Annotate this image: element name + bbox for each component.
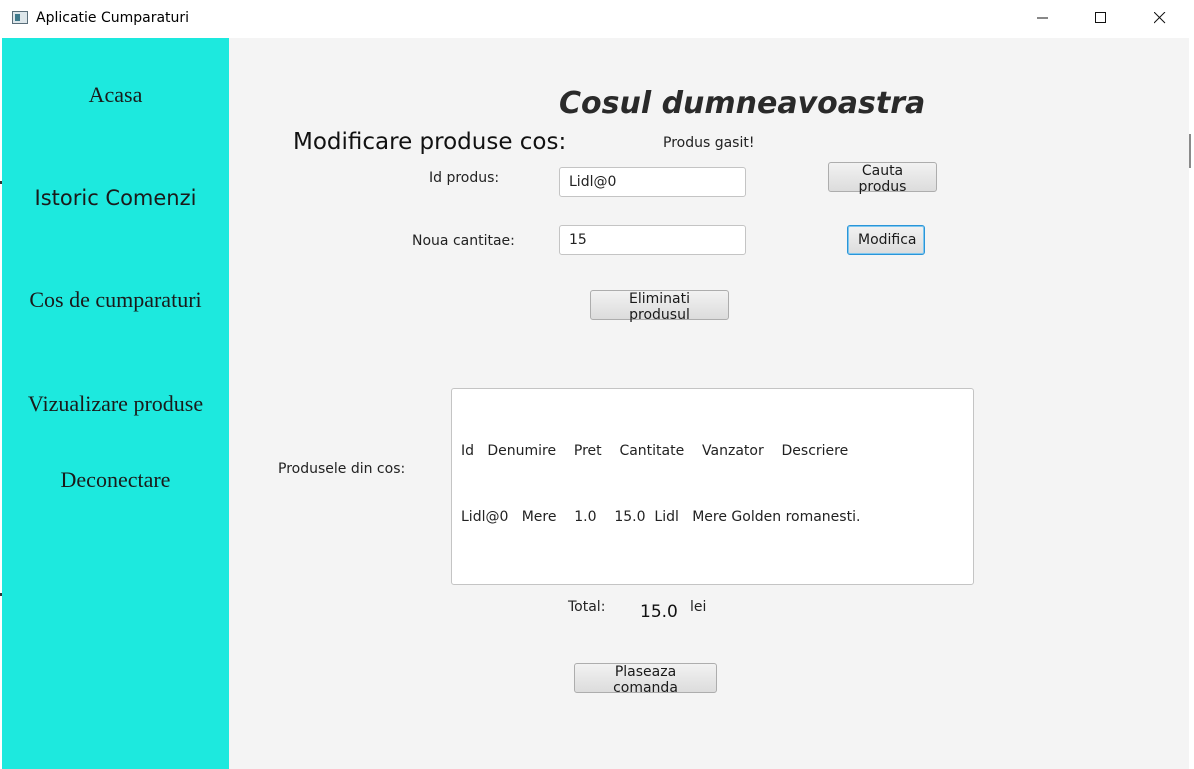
window-border-right: [1189, 38, 1194, 769]
place-order-button[interactable]: Plaseaza comanda: [574, 663, 717, 696]
sidebar-item-vizualizare-produse[interactable]: Vizualizare produse: [2, 391, 229, 417]
sidebar-item-istoric-comenzi[interactable]: Istoric Comenzi: [2, 186, 229, 210]
page-title: Cosul dumneavoastra: [559, 86, 926, 121]
title-bar: Aplicatie Cumparaturi: [0, 0, 1194, 38]
cart-products-label: Produsele din cos:: [278, 461, 406, 477]
cart-header-line: Id Denumire Pret Cantitate Vanzator Desc…: [461, 443, 849, 459]
sidebar-item-deconectare[interactable]: Deconectare: [2, 467, 229, 493]
app-icon: [12, 11, 28, 24]
id-produs-input[interactable]: [559, 167, 746, 197]
search-product-button[interactable]: Cauta produs: [828, 162, 937, 195]
section-title: Modificare produse cos:: [293, 129, 567, 155]
status-message: Produs gasit!: [663, 135, 755, 151]
modify-button[interactable]: Modifica: [847, 225, 925, 255]
close-button[interactable]: [1131, 0, 1189, 36]
cart-item-line: Lidl@0 Mere 1.0 15.0 Lidl Mere Golden ro…: [461, 509, 861, 525]
quantity-input[interactable]: [559, 225, 746, 255]
id-produs-label: Id produs:: [429, 170, 500, 186]
minimize-icon: [1037, 17, 1048, 19]
maximize-button[interactable]: [1072, 0, 1130, 36]
remove-product-button[interactable]: Eliminati produsul: [590, 290, 729, 323]
total-label: Total:: [568, 599, 606, 615]
currency-label: lei: [690, 599, 707, 615]
sidebar-item-acasa[interactable]: Acasa: [2, 82, 229, 108]
minimize-button[interactable]: [1014, 0, 1072, 36]
sidebar-item-cos-de-cumparaturi[interactable]: Cos de cumparaturi: [2, 287, 229, 313]
cart-products-textarea[interactable]: Id Denumire Pret Cantitate Vanzator Desc…: [451, 388, 974, 585]
total-value: 15.0: [640, 602, 678, 622]
sidebar: Acasa Istoric Comenzi Cos de cumparaturi…: [2, 38, 229, 769]
app-window: Acasa Istoric Comenzi Cos de cumparaturi…: [2, 38, 1189, 769]
close-icon: [1154, 12, 1166, 24]
scroll-mark: [1189, 134, 1191, 168]
window-title: Aplicatie Cumparaturi: [36, 10, 190, 26]
maximize-icon: [1095, 12, 1106, 23]
quantity-label: Noua cantitae:: [412, 233, 515, 249]
